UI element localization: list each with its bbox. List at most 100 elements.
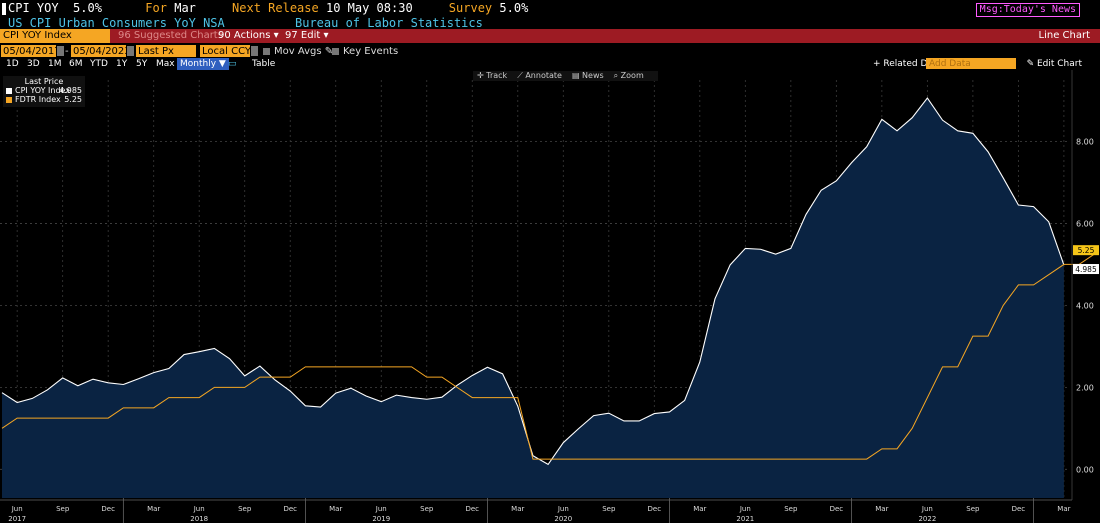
x-tick-label: Mar [875, 505, 888, 513]
period-button-ytd[interactable]: YTD [90, 58, 108, 70]
x-tick-label: Mar [329, 505, 342, 513]
mov-avgs-toggle[interactable]: Mov Avgs ✎ [263, 45, 333, 58]
y-tick-label: 4.00 [1076, 301, 1094, 310]
legend-item-cpi: CPI YOY Index 4.985 [3, 86, 85, 95]
x-year-label: 2019 [372, 515, 390, 523]
x-tick-label: Jun [557, 505, 569, 513]
x-tick-label: Jun [375, 505, 387, 513]
currency-select[interactable]: Local CCY [200, 45, 251, 57]
chevron-down-icon: ▾ [323, 30, 329, 41]
x-tick-label: Mar [1057, 505, 1070, 513]
add-data-input[interactable]: Add Data [926, 58, 1016, 69]
period-button-1d[interactable]: 1D [6, 58, 19, 70]
y-tick-label: 6.00 [1076, 219, 1094, 228]
legend-swatch [6, 87, 12, 94]
period-button-5y[interactable]: 5Y [136, 58, 147, 70]
calendar-icon[interactable] [127, 46, 134, 56]
news-message-button[interactable]: Msg:Today's News [975, 3, 1080, 17]
chevron-down-icon: ▾ [273, 30, 279, 41]
tool-zoom[interactable]: ⌕ Zoom [614, 71, 644, 80]
x-tick-label: Mar [511, 505, 524, 513]
ticker-header: CPI YOY 5.0% For Mar Next Release 10 May… [0, 0, 1100, 17]
survey-value: 5.0% [499, 1, 529, 15]
x-tick-label: Sep [966, 505, 980, 513]
x-tick-label: Dec [101, 505, 115, 513]
key-events-toggle[interactable]: Key Events [332, 45, 398, 58]
period-button-max[interactable]: Max [156, 58, 175, 70]
x-tick-label: Sep [420, 505, 434, 513]
legend: Last Price CPI YOY Index 4.985 FDTR Index… [3, 76, 85, 107]
legend-item-name: FDTR Index [15, 95, 61, 104]
chart-type-label: Line Chart [1038, 30, 1091, 41]
edit-label: 97 Edit [285, 30, 321, 41]
mov-avgs-label: Mov Avgs [274, 46, 322, 57]
table-view-button[interactable]: Table [252, 58, 275, 70]
x-tick-label: Dec [283, 505, 297, 513]
edit-chart-label: Edit Chart [1036, 59, 1082, 69]
x-tick-label: Sep [238, 505, 252, 513]
y-tick-label: 2.00 [1076, 383, 1094, 392]
end-date-input[interactable]: 05/04/2023 [71, 45, 131, 57]
x-tick-label: Dec [1012, 505, 1026, 513]
x-tick-label: Mar [693, 505, 706, 513]
last-value-label: 4.985 [1075, 265, 1097, 274]
price-field-select[interactable]: Last Px [136, 45, 196, 57]
y-tick-label: 8.00 [1076, 137, 1094, 146]
chart-toolbar: ✛ Track ⟋ Annotate ▤ News ⌕ Zoom [473, 71, 658, 81]
last-value-label: 5.25 [1078, 246, 1095, 255]
x-tick-label: Sep [602, 505, 616, 513]
x-year-label: 2018 [190, 515, 208, 523]
x-tick-label: Sep [56, 505, 70, 513]
security-field[interactable]: CPI YOY Index [0, 29, 110, 43]
key-events-label: Key Events [343, 46, 399, 57]
next-release-label: Next Release [232, 1, 319, 15]
checkbox-icon [263, 47, 270, 55]
next-release-value: 10 May 08:30 [325, 1, 413, 15]
x-tick-label: Dec [830, 505, 844, 513]
x-year-label: 2021 [736, 515, 754, 523]
period-button-6m[interactable]: 6M [69, 58, 83, 70]
edit-menu[interactable]: 97 Edit ▾ [285, 29, 329, 43]
edit-chart-button[interactable]: ✎ Edit Chart [1027, 58, 1082, 70]
ticker-value: 5.0% [73, 1, 102, 15]
checkbox-icon [332, 47, 339, 55]
tool-annotate[interactable]: ⟋ Annotate [517, 71, 562, 80]
tool-news[interactable]: ▤ News [572, 71, 604, 80]
frequency-select[interactable]: Monthly ▼ [177, 58, 229, 70]
legend-item-fdtr: FDTR Index 5.25 [3, 95, 85, 104]
calendar-icon[interactable] [57, 46, 64, 56]
suggested-charts-menu[interactable]: 96 Suggested Charts [118, 29, 223, 43]
controls-row: 05/04/2017 - 05/04/2023 Last Px Local CC… [0, 45, 1100, 58]
pencil-icon: ✎ [1026, 59, 1037, 69]
period-button-3d[interactable]: 3D [27, 58, 40, 70]
x-tick-label: Sep [784, 505, 798, 513]
tool-track[interactable]: ✛ Track [477, 71, 507, 80]
period-button-1m[interactable]: 1M [48, 58, 62, 70]
chevron-down-icon[interactable] [251, 46, 258, 56]
legend-title: Last Price [24, 77, 64, 86]
line-chart[interactable]: 0.00 2.00 4.00 6.00 8.00 Jun Sep Dec Mar Jun Sep De… [0, 70, 1100, 523]
x-tick-label: Jun [11, 505, 23, 513]
legend-swatch [6, 96, 12, 103]
x-tick-label: Jun [739, 505, 751, 513]
actions-label: 90 Actions [218, 30, 271, 41]
source-name: Bureau of Labor Statistics [295, 16, 483, 30]
description-row: US CPI Urban Consumers YoY NSA Bureau of… [0, 16, 1100, 30]
for-label: For [145, 1, 167, 15]
actions-menu[interactable]: 90 Actions ▾ [218, 29, 279, 43]
chart-view-icon[interactable]: ▭ [228, 58, 237, 70]
security-description: US CPI Urban Consumers YoY NSA [8, 16, 225, 30]
x-year-label: 2020 [554, 515, 572, 523]
for-value: Mar [174, 1, 196, 15]
period-button-1y[interactable]: 1Y [116, 58, 127, 70]
x-tick-label: Mar [147, 505, 160, 513]
x-year-label: 2017 [8, 515, 26, 523]
date-separator: - [65, 46, 69, 57]
survey-label: Survey [448, 1, 493, 15]
start-date-input[interactable]: 05/04/2017 [1, 45, 61, 57]
x-tick-label: Dec [465, 505, 479, 513]
x-tick-label: Dec [648, 505, 662, 513]
x-tick-label: Jun [193, 505, 205, 513]
security-marker [2, 2, 6, 15]
legend-item-value: 4.985 [59, 86, 82, 95]
